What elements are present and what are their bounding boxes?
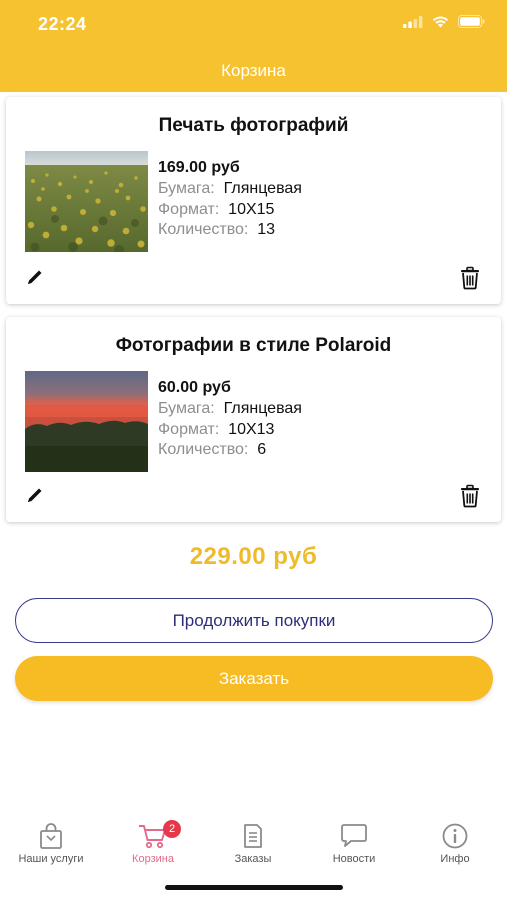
cart-item-details: 169.00 руб Бумага: Глянцевая Формат: 10X… — [158, 159, 302, 242]
home-indicator[interactable] — [165, 885, 343, 890]
continue-shopping-button[interactable]: Продолжить покупки — [15, 598, 493, 643]
edit-button[interactable] — [24, 266, 46, 288]
orders-icon — [244, 824, 262, 848]
tab-services[interactable]: Наши услуги — [1, 812, 101, 872]
format-row: Формат: 10X13 — [158, 421, 302, 442]
order-label: Заказать — [218, 668, 290, 688]
cart-item-card: Печать фотографий 169.00 руб Бумага: Гля… — [6, 97, 501, 304]
paper-label: Бумага: — [158, 180, 215, 197]
pencil-icon — [28, 270, 42, 284]
paper-row: Бумага: Глянцевая — [158, 180, 302, 201]
cart-item-photo — [25, 371, 148, 472]
paper-row: Бумага: Глянцевая — [158, 400, 302, 421]
format-label: Формат: — [158, 420, 220, 438]
pencil-icon — [28, 488, 42, 502]
status-time: 22:24 — [38, 14, 87, 34]
format-label: Формат: — [158, 200, 220, 218]
format-value: 10X13 — [228, 420, 275, 438]
tab-label: Корзина — [132, 853, 174, 865]
quantity-row: Количество: 13 — [158, 221, 302, 242]
delete-button[interactable] — [459, 484, 481, 508]
cart-item-price: 60.00 руб — [158, 379, 231, 396]
cart-item-price: 169.00 руб — [158, 159, 240, 176]
quantity-row: Количество: 6 — [158, 441, 302, 462]
cart-count-badge: 2 — [163, 820, 181, 838]
quantity-label: Количество: — [158, 441, 249, 458]
status-icons — [403, 15, 485, 28]
quantity-value: 13 — [257, 221, 276, 238]
cart-item-title: Печать фотографий — [158, 115, 349, 136]
chat-icon — [341, 824, 367, 847]
paper-value: Глянцевая — [223, 180, 302, 197]
tab-label: Новости — [332, 853, 376, 865]
continue-shopping-label: Продолжить покупки — [172, 610, 336, 630]
tab-info[interactable]: Инфо — [405, 812, 505, 872]
cart-total: 229.00 руб — [189, 543, 318, 570]
tab-cart[interactable]: 2 Корзина — [103, 812, 203, 872]
cart-item-photo — [25, 151, 148, 252]
quantity-label: Количество: — [158, 221, 249, 238]
tab-label: Заказы — [234, 853, 272, 865]
tab-label: Наши услуги — [18, 853, 84, 865]
cart-item-details: 60.00 руб Бумага: Глянцевая Формат: 10X1… — [158, 379, 302, 462]
format-row: Формат: 10X15 — [158, 201, 302, 222]
page-title: Корзина — [221, 61, 286, 80]
info-icon — [442, 823, 468, 849]
battery-icon — [458, 15, 485, 28]
shopping-bag-icon — [40, 823, 62, 849]
cart-item-title: Фотографии в стиле Polaroid — [115, 335, 392, 356]
signal-icon — [403, 15, 423, 28]
paper-label: Бумага: — [158, 400, 215, 417]
status-bar: 22:24 — [0, 0, 507, 48]
wifi-icon — [432, 16, 449, 27]
format-value: 10X15 — [228, 200, 275, 218]
tab-label: Инфо — [440, 853, 470, 865]
cart-screen: 22:24 Корзина Печать фотографий 169.00 р… — [0, 0, 507, 900]
quantity-value: 6 — [257, 441, 267, 458]
order-button[interactable]: Заказать — [15, 656, 493, 701]
edit-button[interactable] — [24, 484, 46, 506]
tab-news[interactable]: Новости — [304, 812, 404, 872]
trash-icon — [461, 266, 479, 290]
cart-item-card: Фотографии в стиле Polaroid 60.00 руб Бу… — [6, 317, 501, 522]
paper-value: Глянцевая — [223, 400, 302, 417]
trash-icon — [461, 484, 479, 508]
app-header: 22:24 Корзина — [0, 0, 507, 92]
tab-orders[interactable]: Заказы — [203, 812, 303, 872]
delete-button[interactable] — [459, 266, 481, 290]
